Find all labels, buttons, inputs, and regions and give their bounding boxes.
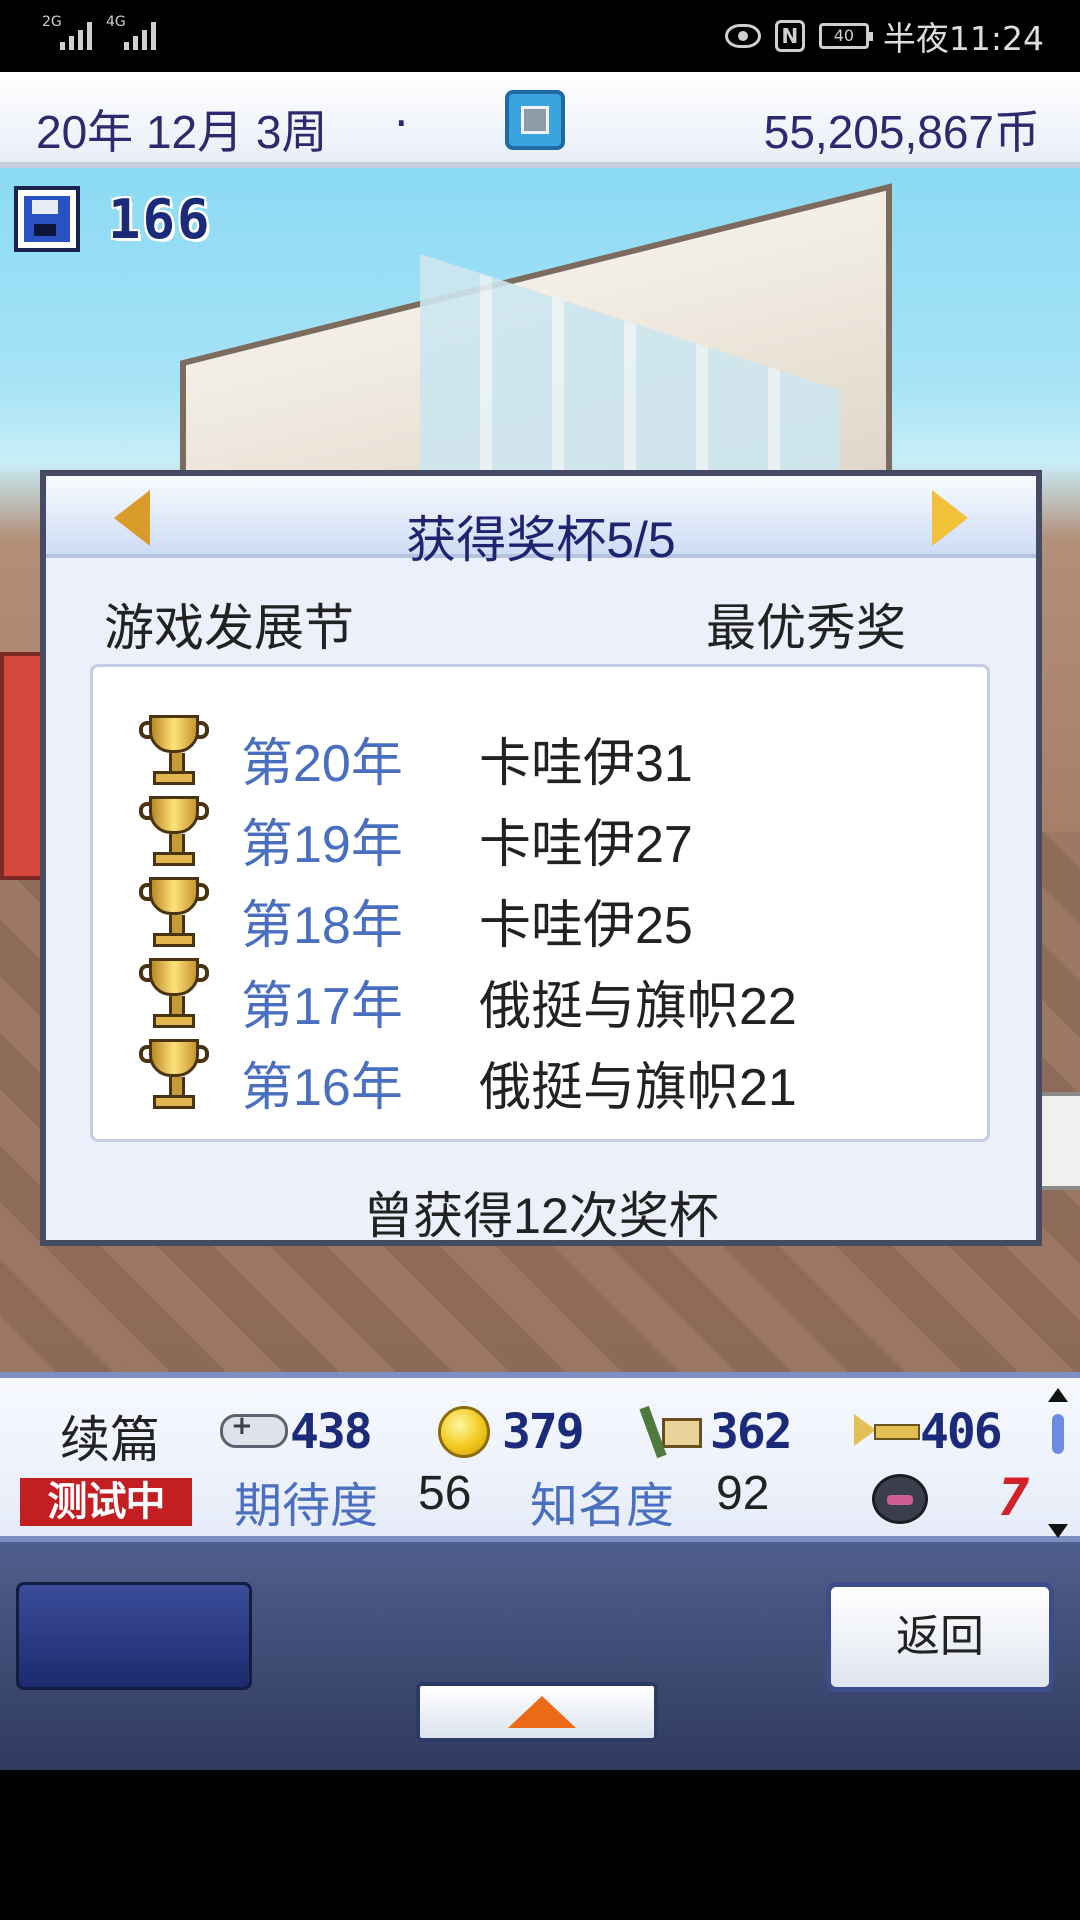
scroll-thumb[interactable]: [1052, 1414, 1064, 1454]
trophy-row: 第20年 卡哇伊31: [93, 709, 987, 793]
save-count: 166: [108, 188, 212, 251]
game-date: 20年 12月 3周: [36, 106, 328, 158]
trophy-row: 第19年 卡哇伊27: [93, 790, 987, 874]
date-separator: ·: [394, 96, 409, 150]
bug-icon: [872, 1474, 928, 1524]
game-speed-button[interactable]: [505, 90, 565, 150]
save-floppy-icon[interactable]: [14, 186, 80, 252]
battery-level: 40: [833, 26, 855, 45]
signal-4g-icon: 4G: [106, 14, 176, 54]
creativity-value: 379: [502, 1404, 585, 1460]
next-page-arrow-icon[interactable]: [932, 490, 968, 546]
signal-2g-icon: 2G: [42, 14, 112, 54]
dialog-header: 获得奖杯5/5: [46, 476, 1036, 568]
eye-comfort-icon: [724, 24, 761, 48]
speed-square-icon: [521, 106, 549, 134]
bug-count: 7: [998, 1468, 1030, 1528]
trophy-year: 第18年: [241, 897, 403, 955]
trophy-dialog: 获得奖杯5/5 游戏发展节 最优秀奖 第20年 卡哇伊31 第19年 卡哇伊27…: [40, 470, 1042, 1246]
award-name: 最优秀奖: [706, 599, 906, 657]
trophy-row: 第16年 俄挺与旗帜21: [93, 1033, 987, 1117]
trophy-game-title: 卡哇伊27: [479, 816, 693, 874]
status-bar: 2G 4G N 40 半夜11:24: [0, 0, 1080, 72]
testing-badge: 测试中: [20, 1478, 192, 1526]
arrow-up-icon: [508, 1696, 576, 1728]
expectation-label: 期待度: [234, 1478, 379, 1534]
idea-orb-icon: [438, 1406, 490, 1458]
event-name: 游戏发展节: [104, 599, 354, 657]
fun-value: 438: [290, 1404, 373, 1460]
sound-stat: 406: [850, 1404, 1040, 1464]
expand-up-button[interactable]: [416, 1682, 658, 1742]
signal-2g-label: 2G: [42, 14, 62, 30]
trophy-year: 第16年: [241, 1059, 403, 1117]
info-scrollbar[interactable]: [1048, 1388, 1068, 1538]
trophy-game-title: 俄挺与旗帜22: [479, 978, 797, 1036]
top-hud: 20年 12月 3周 · 55,205,867币: [0, 72, 1080, 168]
trophy-icon: [139, 1039, 209, 1113]
signal-4g-label: 4G: [106, 14, 126, 30]
back-button[interactable]: 返回: [826, 1582, 1054, 1692]
trophy-total: 曾获得12次奖杯: [363, 1188, 719, 1244]
battery-icon: 40: [818, 23, 873, 49]
scroll-up-icon[interactable]: [1048, 1388, 1068, 1402]
trophy-list: 第20年 卡哇伊31 第19年 卡哇伊27 第18年 卡哇伊25 第17年 俄挺…: [90, 664, 990, 1142]
paintbrush-icon: [639, 1405, 702, 1459]
trumpet-icon: [854, 1414, 920, 1448]
trophy-year: 第17年: [241, 978, 403, 1036]
creativity-stat: 379: [432, 1404, 622, 1464]
trophy-icon: [139, 796, 209, 870]
menu-slot-button[interactable]: [16, 1582, 252, 1690]
clock: 半夜11:24: [882, 19, 1044, 58]
money-display: 55,205,867币: [763, 106, 1040, 158]
bottom-nav: 返回: [0, 1542, 1080, 1770]
scroll-down-icon[interactable]: [1048, 1524, 1068, 1538]
game-info-panel: 续篇 测试中 438 379 362 406 期待度 56 知名度 92 7: [0, 1372, 1080, 1542]
trophy-row: 第17年 俄挺与旗帜22: [93, 952, 987, 1036]
trophy-icon: [139, 715, 209, 789]
popularity-label: 知名度: [530, 1478, 675, 1534]
sound-value: 406: [920, 1404, 1003, 1460]
trophy-game-title: 卡哇伊31: [479, 735, 693, 793]
graphics-stat: 362: [639, 1404, 830, 1464]
trophy-icon: [139, 958, 209, 1032]
trophy-year: 第19年: [241, 816, 403, 874]
trophy-game-title: 卡哇伊25: [479, 897, 693, 955]
gamepad-icon: [220, 1411, 288, 1448]
trophy-row: 第18年 卡哇伊25: [93, 871, 987, 955]
trophy-game-title: 俄挺与旗帜21: [479, 1059, 797, 1117]
expectation-value: 56: [418, 1467, 472, 1520]
graphics-value: 362: [710, 1404, 793, 1460]
fun-stat: 438: [220, 1404, 410, 1464]
popularity-value: 92: [716, 1467, 770, 1520]
nfc-icon: N: [774, 20, 805, 52]
trophy-year: 第20年: [241, 735, 403, 793]
sequel-label: 续篇: [60, 1411, 160, 1469]
dialog-title: 获得奖杯5/5: [406, 512, 676, 568]
trophy-icon: [139, 877, 209, 951]
